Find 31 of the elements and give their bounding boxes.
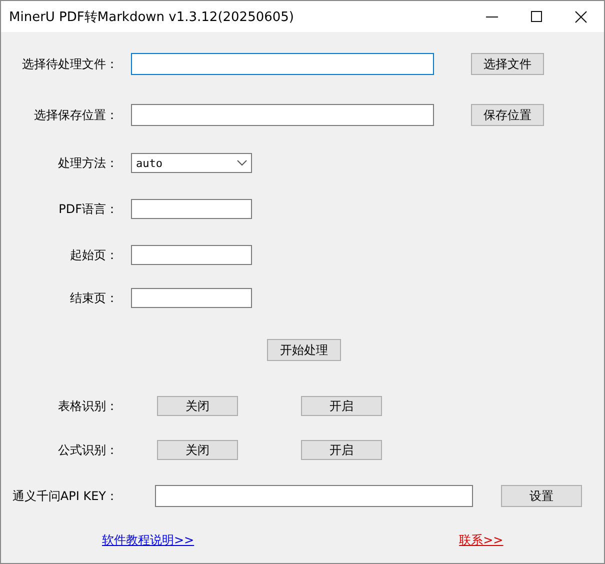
field-label: 处理方法： bbox=[57, 154, 118, 172]
field-label: 公式识别： bbox=[57, 442, 118, 458]
browse-button[interactable]: 选择文件 bbox=[471, 53, 544, 75]
toggle-button[interactable]: 开启 bbox=[301, 396, 382, 416]
input-field[interactable] bbox=[131, 53, 434, 75]
minimize-icon[interactable] bbox=[486, 16, 498, 18]
chevron-icon bbox=[237, 160, 247, 166]
link[interactable]: 联系>> bbox=[459, 532, 504, 548]
input-field[interactable] bbox=[131, 199, 252, 219]
toggle-button[interactable]: 开启 bbox=[301, 440, 382, 460]
link[interactable]: 软件教程说明>> bbox=[102, 532, 194, 548]
field-label: 起始页： bbox=[69, 246, 118, 264]
field-label: PDF语言： bbox=[58, 200, 118, 218]
start-button[interactable]: 开始处理 bbox=[267, 339, 341, 361]
maximize-icon[interactable] bbox=[531, 11, 542, 22]
field-label: 结束页： bbox=[69, 290, 118, 306]
close-icon[interactable] bbox=[575, 10, 587, 22]
settings-button[interactable]: 设置 bbox=[501, 485, 582, 507]
window-title: MinerU PDF转Markdown v1.3.12(20250605) bbox=[9, 8, 294, 26]
field-label: 选择待处理文件： bbox=[21, 56, 118, 72]
api-key-field[interactable] bbox=[155, 485, 473, 507]
field-label: 选择保存位置： bbox=[33, 106, 118, 124]
toggle-button[interactable]: 关闭 bbox=[157, 396, 238, 416]
toggle-button[interactable]: 关闭 bbox=[157, 440, 238, 460]
input-field[interactable] bbox=[131, 288, 252, 308]
field-label: 通义千问API KEY： bbox=[11, 488, 118, 504]
field-label: 表格识别： bbox=[57, 398, 118, 414]
input-field[interactable] bbox=[131, 245, 252, 265]
method-dropdown[interactable]: auto bbox=[131, 153, 252, 173]
browse-button[interactable]: 保存位置 bbox=[471, 104, 544, 126]
input-field[interactable] bbox=[131, 104, 434, 126]
